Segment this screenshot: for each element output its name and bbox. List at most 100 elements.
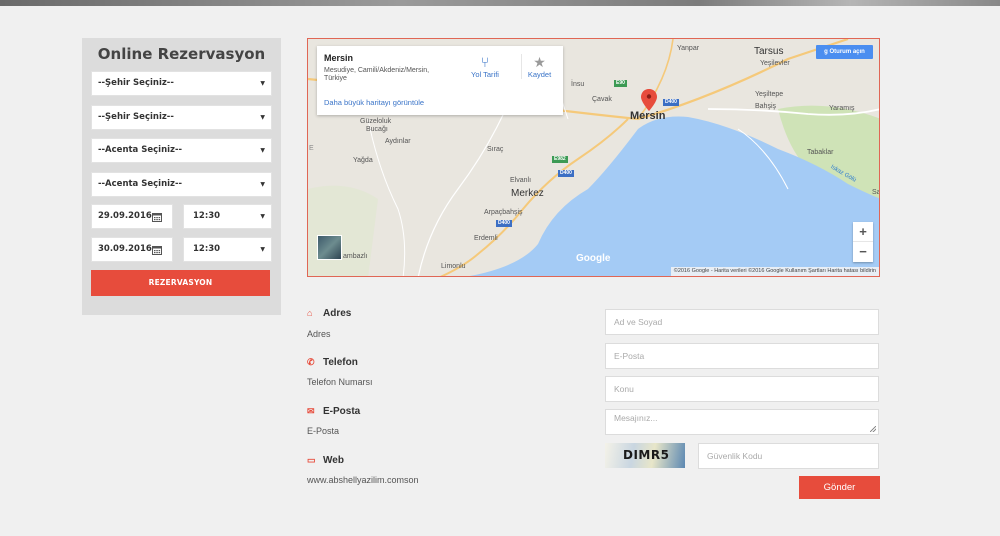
map-label: Limonlu (441, 263, 466, 270)
departure-time-select[interactable]: 12:30 ▼ (183, 204, 272, 229)
reservation-submit-button[interactable]: REZERVASYON (91, 270, 270, 296)
agency-to-value: --Acenta Seçiniz-- (98, 179, 183, 189)
zoom-in-button[interactable]: + (853, 222, 873, 242)
departure-time-value: 12:30 (193, 211, 221, 221)
send-button[interactable]: Gönder (799, 476, 880, 499)
map-attribution[interactable]: ©2016 Google - Harita verileri ©2016 Goo… (670, 267, 879, 276)
captcha-image: DIMR5 (605, 443, 685, 468)
map-label: Mersin (630, 110, 666, 122)
email-value: E-Posta (307, 426, 340, 436)
email-heading: ✉ E-Posta (307, 406, 360, 417)
road-badge: D400 (558, 170, 574, 177)
address-label: Adres (323, 308, 352, 319)
save-place-button[interactable]: ★ Kaydet (521, 54, 557, 79)
map-label: E (309, 145, 314, 152)
zoom-out-button[interactable]: − (853, 242, 873, 262)
phone-heading: ✆ Telefon (307, 357, 358, 368)
email-label: E-Posta (323, 406, 361, 417)
map-label: ambazlı (343, 253, 368, 260)
google-plus-icon: g (824, 49, 828, 55)
address-value: Adres (307, 329, 331, 339)
return-date-value: 30.09.2016 (98, 244, 152, 254)
directions-label: Yol Tarifi (471, 70, 499, 79)
phone-value: Telefon Numarsı (307, 377, 373, 387)
map-label: Çavak (592, 96, 612, 103)
agency-to-select[interactable]: --Acenta Seçiniz-- ▼ (91, 172, 272, 197)
directions-icon: ⑂ (480, 54, 490, 70)
map-label: Güzeloluk (360, 118, 392, 125)
map-label: Bucağı (366, 126, 388, 133)
city-from-select[interactable]: --Şehir Seçiniz-- ▼ (91, 71, 272, 96)
road-badge: E982 (552, 156, 568, 163)
city-from-value: --Şehir Seçiniz-- (98, 78, 174, 88)
road-badge: D400 (496, 220, 512, 227)
road-badge: E90 (614, 80, 627, 87)
chevron-down-icon: ▼ (260, 181, 265, 188)
directions-button[interactable]: ⑂ Yol Tarifi (465, 54, 505, 79)
city-to-select[interactable]: --Şehir Seçiniz-- ▼ (91, 105, 272, 130)
phone-icon: ✆ (307, 357, 315, 367)
map-label: Arpaçbahşiş (484, 209, 523, 216)
email-field[interactable]: E-Posta (605, 343, 879, 369)
web-heading: ▭ Web (307, 455, 344, 466)
map-label: Yaramış (829, 105, 855, 112)
return-time-value: 12:30 (193, 244, 221, 254)
road-badge: D400 (663, 99, 679, 106)
security-code-field[interactable]: Güvenlik Kodu (698, 443, 879, 469)
reservation-panel: Online Rezervasyon --Şehir Seçiniz-- ▼ -… (82, 38, 281, 315)
map-label: Tabaklar (807, 149, 834, 156)
map-label: Sıraç (487, 146, 504, 153)
departure-date-input[interactable]: 29.09.2016 (91, 204, 173, 229)
chevron-down-icon: ▼ (260, 114, 265, 121)
address-heading: ⌂ Adres (307, 308, 351, 319)
envelope-icon: ✉ (307, 406, 315, 416)
city-to-value: --Şehir Seçiniz-- (98, 112, 174, 122)
chevron-down-icon: ▼ (260, 147, 265, 154)
return-date-input[interactable]: 30.09.2016 (91, 237, 173, 262)
calendar-icon[interactable] (152, 245, 162, 255)
map-label: Sa (872, 189, 880, 196)
place-info-card: Mersin Mesudiye, Camili/Akdeniz/Mersin, … (317, 46, 563, 115)
subject-field[interactable]: Konu (605, 376, 879, 402)
map-label: Yeşiltepe (755, 91, 784, 98)
map-label: Merkez (511, 188, 544, 199)
map-label: Tarsus (754, 46, 784, 57)
zoom-control: + − (853, 222, 873, 262)
place-address: Mesudiye, Camili/Akdeniz/Mersin, Türkiye (324, 67, 430, 82)
laptop-icon: ▭ (307, 455, 316, 465)
name-field[interactable]: Ad ve Soyad (605, 309, 879, 335)
calendar-icon[interactable] (152, 212, 162, 222)
return-time-select[interactable]: 12:30 ▼ (183, 237, 272, 262)
satellite-toggle[interactable] (317, 235, 342, 260)
map-label: Bahşiş (755, 103, 777, 110)
star-icon: ★ (533, 54, 546, 70)
map-embed[interactable]: Yanpar Tarsus Yeşilevler İnsu Çavak Mers… (307, 38, 880, 277)
message-placeholder: Mesajınız... (614, 413, 658, 423)
google-logo: Google (576, 253, 611, 264)
web-value[interactable]: www.abshellyazilim.comson (307, 475, 419, 485)
message-field[interactable]: Mesajınız... (605, 409, 879, 435)
phone-label: Telefon (323, 357, 358, 368)
chevron-down-icon: ▼ (260, 80, 265, 87)
departure-date-value: 29.09.2016 (98, 211, 152, 221)
larger-map-link[interactable]: Daha büyük haritayı görüntüle (324, 98, 424, 107)
web-label: Web (323, 455, 344, 466)
sign-in-label: Oturum açın (829, 49, 865, 55)
reservation-title: Online Rezervasyon (97, 45, 266, 63)
chevron-down-icon: ▼ (260, 246, 265, 253)
resize-handle-icon[interactable] (870, 426, 876, 432)
agency-from-select[interactable]: --Acenta Seçiniz-- ▼ (91, 138, 272, 163)
captcha-text: DIMR5 (623, 448, 670, 462)
save-label: Kaydet (527, 70, 552, 79)
map-label: Erdemli (474, 235, 498, 242)
map-label: Yanpar (677, 45, 700, 52)
map-label: İnsu (571, 81, 585, 88)
chevron-down-icon: ▼ (260, 213, 265, 220)
place-title: Mersin (324, 53, 354, 63)
agency-from-value: --Acenta Seçiniz-- (98, 145, 183, 155)
map-label: Aydınlar (385, 138, 411, 145)
map-label: Yeşilevler (760, 60, 790, 67)
header-image-strip (0, 0, 1000, 6)
sign-in-button[interactable]: g Oturum açın (816, 45, 873, 59)
home-icon: ⌂ (307, 308, 313, 318)
